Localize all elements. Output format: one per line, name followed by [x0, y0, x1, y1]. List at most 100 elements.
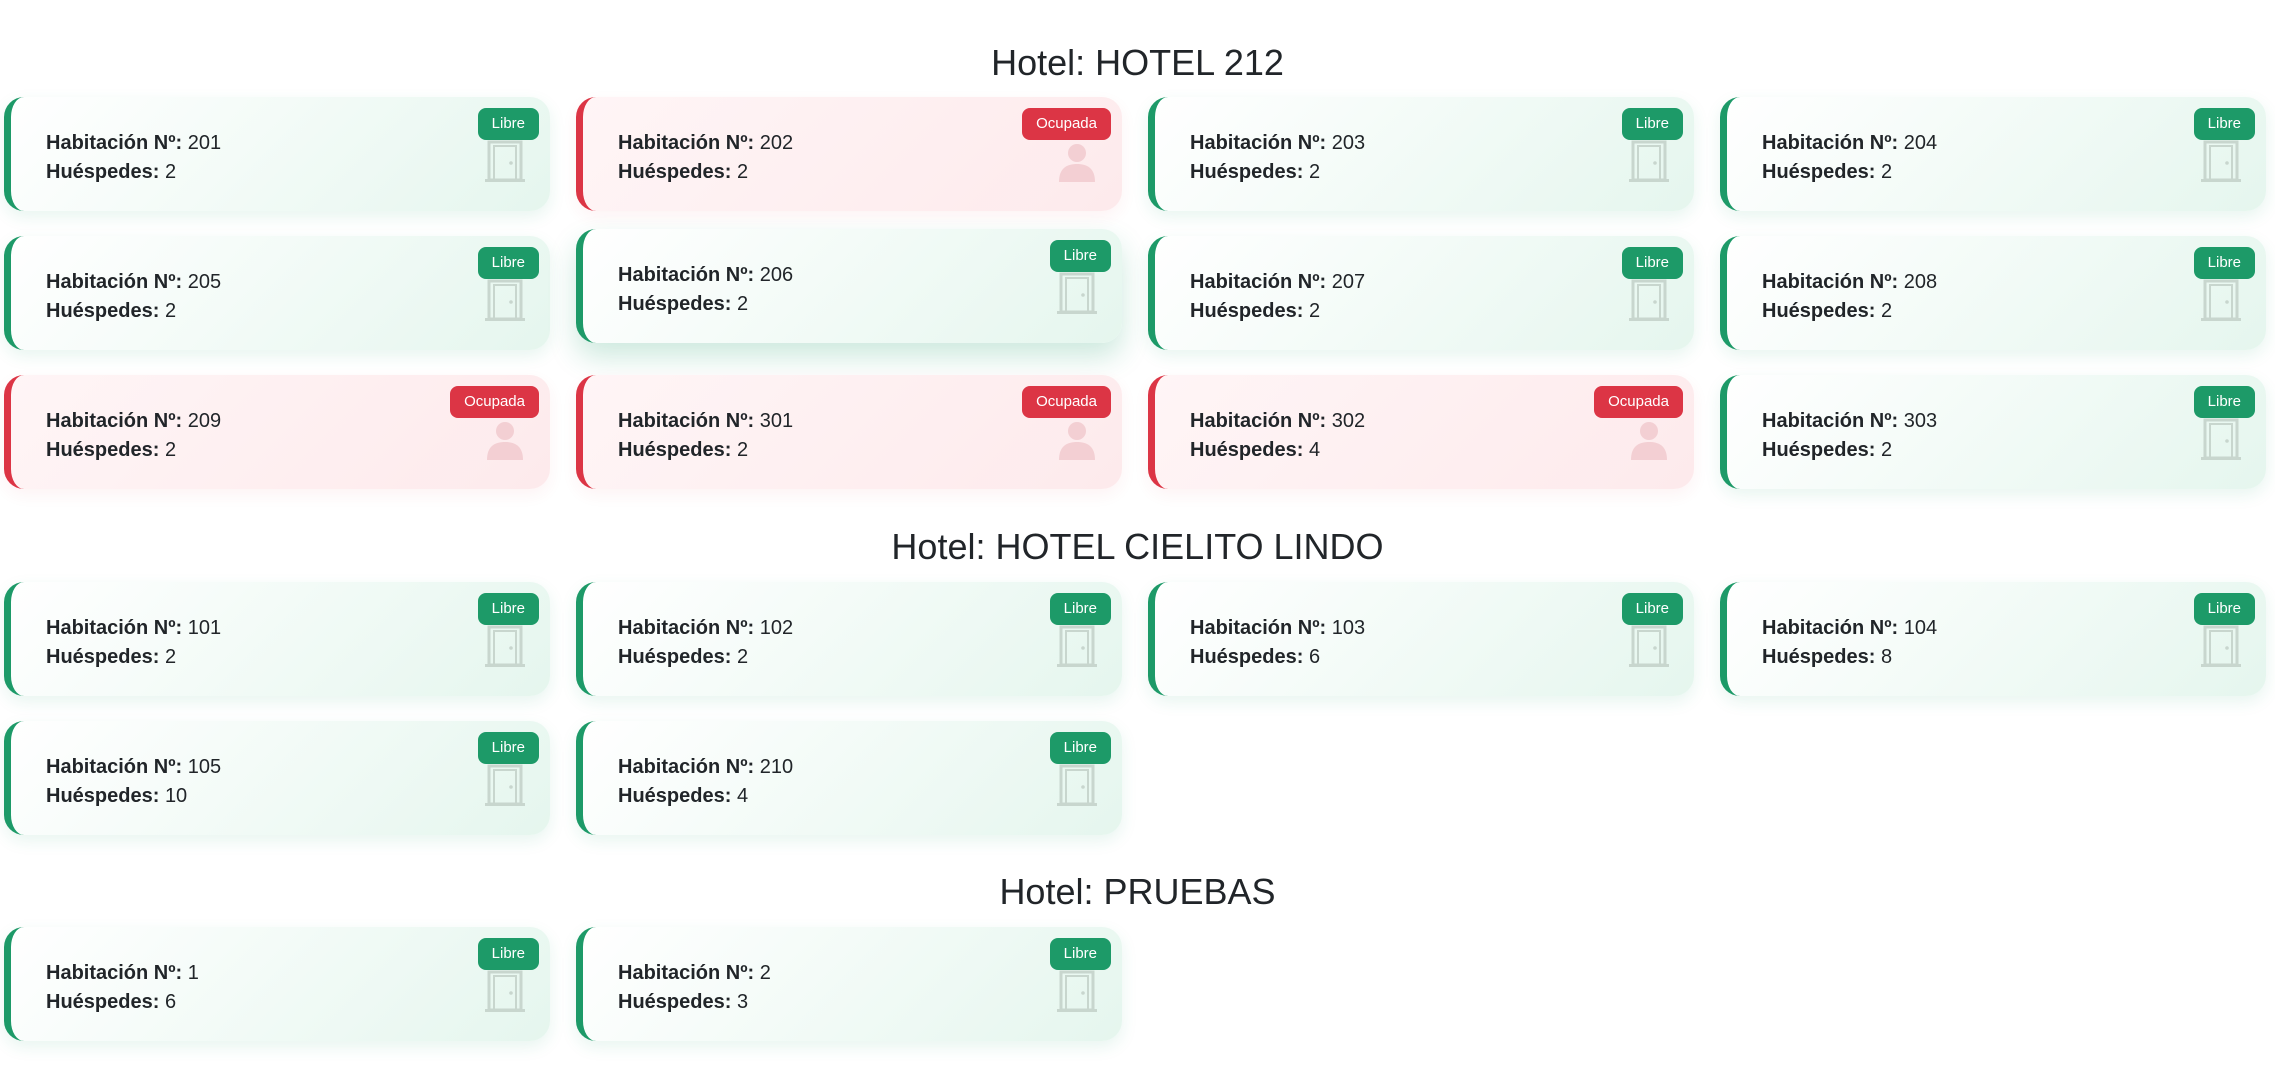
guests-line: Huéspedes: 2	[46, 297, 221, 326]
room-card[interactable]: Habitación Nº: 207 Huéspedes: 2 Libre	[1148, 236, 1694, 350]
status-badge: Libre	[477, 732, 539, 764]
door-icon	[1629, 625, 1669, 667]
guests-label: Huéspedes:	[46, 300, 160, 322]
status-badge: Libre	[1621, 247, 1683, 279]
guests-value: 2	[736, 293, 749, 315]
room-number-value: 203	[1331, 132, 1366, 154]
room-card[interactable]: Habitación Nº: 102 Huéspedes: 2 Libre	[576, 582, 1122, 696]
guests-line: Huéspedes: 2	[1762, 297, 1937, 326]
room-card[interactable]: Habitación Nº: 2 Huéspedes: 3 Libre	[576, 927, 1122, 1041]
room-card[interactable]: Habitación Nº: 103 Huéspedes: 6 Libre	[1148, 582, 1694, 696]
room-number-line: Habitación Nº: 105	[46, 753, 221, 782]
room-number-line: Habitación Nº: 301	[618, 407, 793, 436]
status-badge: Libre	[477, 108, 539, 140]
room-number-line: Habitación Nº: 202	[618, 129, 793, 158]
room-info: Habitación Nº: 105 Huéspedes: 10	[46, 753, 221, 811]
guests-line: Huéspedes: 2	[618, 158, 793, 187]
room-info: Habitación Nº: 210 Huéspedes: 4	[618, 753, 793, 811]
room-number-label: Habitación Nº:	[46, 962, 183, 984]
room-number-line: Habitación Nº: 206	[618, 261, 793, 290]
guests-label: Huéspedes:	[618, 439, 732, 461]
door-icon	[485, 279, 525, 321]
room-info: Habitación Nº: 202 Huéspedes: 2	[618, 129, 793, 187]
guests-value: 2	[736, 161, 749, 183]
room-number-value: 207	[1331, 271, 1366, 293]
door-icon	[1057, 970, 1097, 1012]
room-card[interactable]: Habitación Nº: 208 Huéspedes: 2 Libre	[1720, 236, 2266, 350]
room-card[interactable]: Habitación Nº: 210 Huéspedes: 4 Libre	[576, 721, 1122, 835]
room-card[interactable]: Habitación Nº: 105 Huéspedes: 10 Libre	[4, 721, 550, 835]
room-number-label: Habitación Nº:	[618, 617, 755, 639]
room-card[interactable]: Habitación Nº: 206 Huéspedes: 2 Libre	[576, 229, 1122, 343]
room-info: Habitación Nº: 301 Huéspedes: 2	[618, 407, 793, 465]
room-info: Habitación Nº: 303 Huéspedes: 2	[1762, 407, 1937, 465]
room-card[interactable]: Habitación Nº: 101 Huéspedes: 2 Libre	[4, 582, 550, 696]
room-card[interactable]: Habitación Nº: 209 Huéspedes: 2 Ocupada	[4, 375, 550, 489]
room-number-label: Habitación Nº:	[618, 132, 755, 154]
room-number-label: Habitación Nº:	[46, 271, 183, 293]
guests-line: Huéspedes: 2	[46, 643, 221, 672]
room-number-value: 209	[187, 410, 222, 432]
room-card[interactable]: Habitación Nº: 301 Huéspedes: 2 Ocupada	[576, 375, 1122, 489]
room-number-line: Habitación Nº: 103	[1190, 614, 1365, 643]
guests-value: 2	[164, 161, 177, 183]
status-badge: Libre	[1049, 732, 1111, 764]
room-card[interactable]: Habitación Nº: 302 Huéspedes: 4 Ocupada	[1148, 375, 1694, 489]
guests-value: 2	[164, 439, 177, 461]
guests-label: Huéspedes:	[618, 293, 732, 315]
person-icon	[1629, 418, 1669, 460]
room-number-value: 102	[759, 617, 794, 639]
room-card[interactable]: Habitación Nº: 303 Huéspedes: 2 Libre	[1720, 375, 2266, 489]
room-card[interactable]: Habitación Nº: 203 Huéspedes: 2 Libre	[1148, 97, 1694, 211]
room-card[interactable]: Habitación Nº: 204 Huéspedes: 2 Libre	[1720, 97, 2266, 211]
room-info: Habitación Nº: 205 Huéspedes: 2	[46, 268, 221, 326]
guests-value: 4	[1308, 439, 1321, 461]
door-icon	[1629, 140, 1669, 182]
room-number-line: Habitación Nº: 210	[618, 753, 793, 782]
room-number-line: Habitación Nº: 101	[46, 614, 221, 643]
person-icon	[1057, 140, 1097, 182]
guests-value: 2	[1880, 161, 1893, 183]
room-info: Habitación Nº: 103 Huéspedes: 6	[1190, 614, 1365, 672]
room-card[interactable]: Habitación Nº: 104 Huéspedes: 8 Libre	[1720, 582, 2266, 696]
status-badge: Libre	[477, 247, 539, 279]
status-badge: Ocupada	[1022, 108, 1111, 140]
room-card[interactable]: Habitación Nº: 201 Huéspedes: 2 Libre	[4, 97, 550, 211]
room-info: Habitación Nº: 204 Huéspedes: 2	[1762, 129, 1937, 187]
guests-line: Huéspedes: 6	[46, 988, 199, 1017]
guests-line: Huéspedes: 2	[618, 436, 793, 465]
guests-line: Huéspedes: 2	[46, 436, 221, 465]
status-badge: Libre	[477, 938, 539, 970]
room-number-label: Habitación Nº:	[618, 756, 755, 778]
room-number-value: 2	[759, 962, 771, 984]
status-badge: Libre	[2193, 108, 2255, 140]
guests-label: Huéspedes:	[1762, 646, 1876, 668]
guests-line: Huéspedes: 3	[618, 988, 771, 1017]
door-icon	[1057, 764, 1097, 806]
door-icon	[485, 140, 525, 182]
status-badge: Ocupada	[450, 386, 539, 418]
status-badge: Libre	[1049, 938, 1111, 970]
guests-label: Huéspedes:	[1190, 161, 1304, 183]
hotel-title: Hotel: PRUEBAS	[999, 871, 1276, 912]
guests-label: Huéspedes:	[618, 991, 732, 1013]
room-card[interactable]: Habitación Nº: 205 Huéspedes: 2 Libre	[4, 236, 550, 350]
guests-label: Huéspedes:	[46, 439, 160, 461]
status-badge: Libre	[477, 593, 539, 625]
guests-line: Huéspedes: 2	[1762, 436, 1937, 465]
door-icon	[2201, 279, 2241, 321]
room-card[interactable]: Habitación Nº: 1 Huéspedes: 6 Libre	[4, 927, 550, 1041]
door-icon	[2201, 418, 2241, 460]
room-number-value: 301	[759, 410, 794, 432]
guests-label: Huéspedes:	[46, 646, 160, 668]
guests-line: Huéspedes: 4	[1190, 436, 1365, 465]
guests-value: 6	[164, 991, 177, 1013]
door-icon	[485, 625, 525, 667]
room-number-value: 204	[1903, 132, 1938, 154]
room-number-label: Habitación Nº:	[1762, 617, 1899, 639]
room-number-value: 210	[759, 756, 794, 778]
status-badge: Libre	[1621, 593, 1683, 625]
guests-line: Huéspedes: 2	[1190, 297, 1365, 326]
room-card[interactable]: Habitación Nº: 202 Huéspedes: 2 Ocupada	[576, 97, 1122, 211]
guests-label: Huéspedes:	[1190, 439, 1304, 461]
